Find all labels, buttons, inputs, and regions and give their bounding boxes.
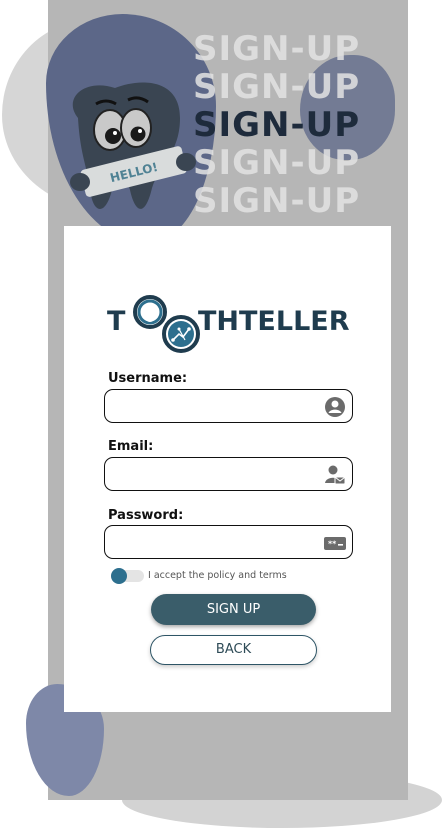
logo-circle-icons (133, 295, 200, 353)
logo-text-suffix: THTELLER (198, 306, 350, 337)
password-dots-icon: ** (324, 537, 346, 550)
email-input[interactable] (115, 458, 319, 490)
email-label: Email: (108, 439, 154, 454)
back-button[interactable]: BACK (150, 635, 317, 665)
signup-title-echo: SIGN-UP (193, 181, 361, 221)
signup-title-echo: SIGN-UP (193, 143, 361, 183)
signup-button[interactable]: SIGN UP (151, 594, 316, 625)
username-input[interactable] (115, 390, 319, 422)
signup-title-echo: SIGN-UP (193, 67, 361, 107)
signup-title-stack: SIGN-UP SIGN-UP SIGN-UP SIGN-UP SIGN-UP (193, 30, 403, 220)
signup-title: SIGN-UP (193, 105, 361, 145)
signup-title-echo: SIGN-UP (193, 29, 361, 69)
username-field[interactable] (104, 389, 353, 423)
tooth-mascot-icon: HELLO! (70, 82, 196, 209)
password-label: Password: (108, 508, 184, 523)
password-input[interactable] (115, 526, 319, 558)
terms-toggle[interactable] (111, 568, 144, 584)
terms-label: I accept the policy and terms (148, 570, 287, 581)
logo-text-prefix: T (107, 306, 126, 337)
password-field[interactable]: ** (104, 525, 353, 559)
user-mail-icon (325, 465, 346, 485)
user-circle-icon (325, 397, 345, 417)
username-label: Username: (108, 371, 188, 386)
terms-toggle-knob (111, 568, 127, 584)
svg-text:**: ** (328, 540, 337, 549)
toothteller-logo: T THTELLER (107, 292, 357, 356)
email-field[interactable] (104, 457, 353, 491)
